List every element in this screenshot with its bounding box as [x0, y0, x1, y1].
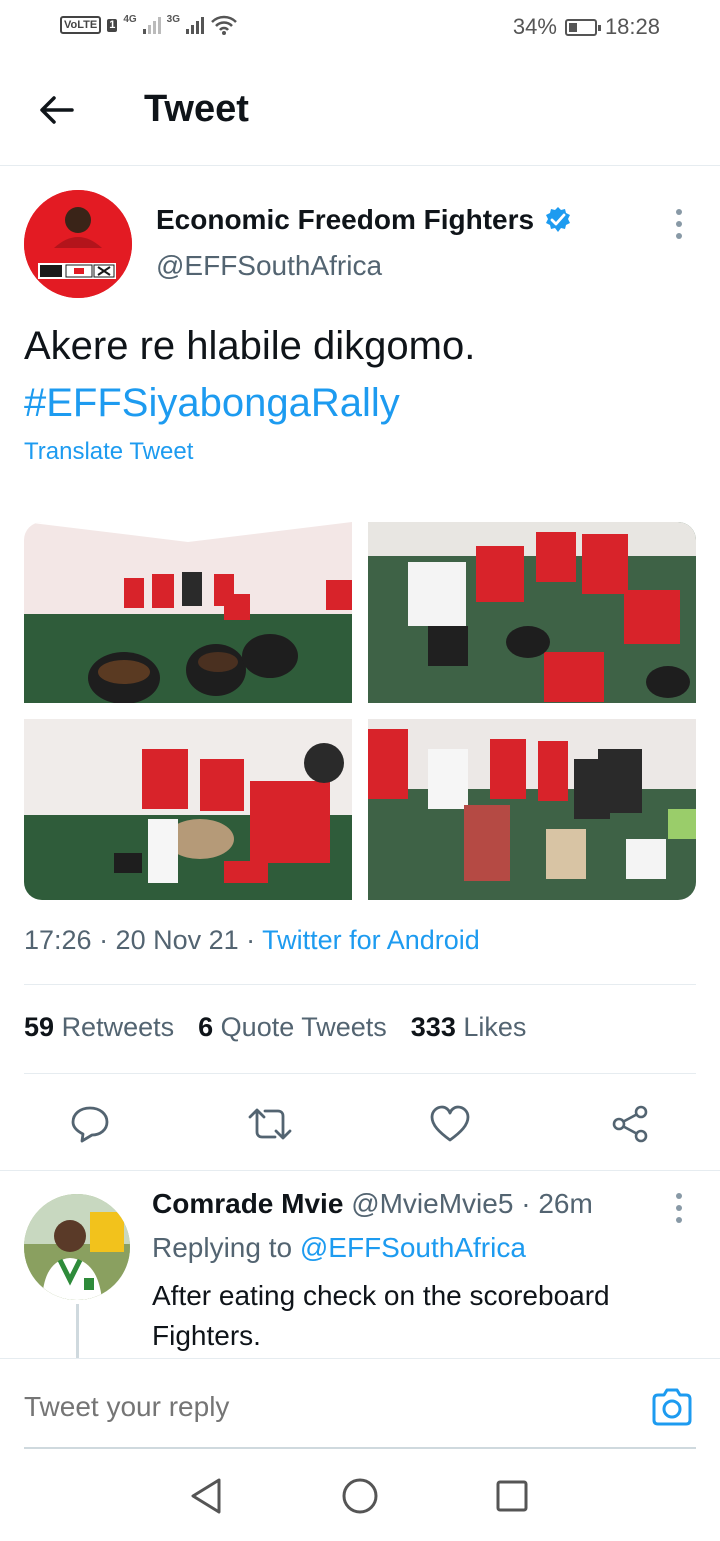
retweet-icon	[248, 1108, 292, 1140]
share-icon	[612, 1105, 648, 1143]
like-icon	[430, 1105, 470, 1142]
more-options-icon[interactable]	[664, 204, 694, 244]
square-recents-icon	[496, 1480, 528, 1512]
tweet-stats: 59 Retweets 6 Quote Tweets 333 Likes	[24, 1012, 526, 1043]
network-type-1: 4G	[123, 13, 137, 25]
reply-more-options-icon[interactable]	[664, 1188, 694, 1228]
signal-icon-2	[186, 16, 205, 34]
back-button[interactable]	[36, 90, 76, 130]
verified-badge-icon	[546, 207, 571, 232]
camera-icon	[652, 1388, 692, 1426]
translate-tweet-link[interactable]: Translate Tweet	[24, 438, 193, 466]
hashtag-link[interactable]: #EFFSiyabongaRally	[24, 375, 704, 432]
reply-header: Comrade Mvie @MvieMvie5 · 26m	[152, 1188, 593, 1220]
retweet-button[interactable]	[242, 1096, 298, 1152]
circle-home-icon	[342, 1478, 378, 1514]
author-avatar[interactable]	[24, 190, 132, 298]
reply-icon	[71, 1106, 109, 1143]
tweet-actions	[0, 1096, 720, 1152]
volte-badge: VoLTE	[60, 16, 102, 34]
reply-author-name[interactable]: Comrade Mvie	[152, 1188, 343, 1219]
tweet-body: Akere re hlabile dikgomo.	[24, 324, 476, 368]
tweet-timestamp: 17:26 · 20 Nov 21 · Twitter for Android	[24, 925, 480, 956]
sim-number: 1	[107, 18, 118, 32]
retweets-label: Retweets	[61, 1012, 175, 1042]
status-left: VoLTE 1 4G 3G	[60, 14, 238, 36]
network-type-2: 3G	[166, 13, 181, 25]
page-title: Tweet	[144, 88, 249, 130]
divider	[0, 1170, 720, 1171]
clock: 18:28	[604, 14, 660, 39]
replying-to-handle[interactable]: @EFFSouthAfrica	[300, 1232, 526, 1263]
reply-compose-bar	[0, 1358, 720, 1449]
reply-avatar[interactable]	[24, 1194, 130, 1300]
quotes-label: Quote Tweets	[220, 1012, 387, 1042]
reply-separator: ·	[521, 1188, 531, 1219]
nav-recents-button[interactable]	[490, 1474, 534, 1518]
divider	[24, 1073, 696, 1074]
divider	[24, 984, 696, 985]
retweets-stat[interactable]: 59 Retweets	[24, 1012, 174, 1043]
tweet-photo-2[interactable]	[368, 522, 696, 703]
camera-button[interactable]	[648, 1385, 696, 1429]
compose-underline	[24, 1447, 696, 1449]
likes-count: 333	[410, 1012, 456, 1042]
likes-label: Likes	[463, 1012, 527, 1042]
arrow-left-icon	[40, 96, 74, 124]
nav-back-button[interactable]	[184, 1474, 228, 1518]
reply-input[interactable]	[24, 1391, 584, 1423]
battery-icon	[564, 18, 601, 36]
likes-stat[interactable]: 333 Likes	[411, 1012, 527, 1043]
author-name[interactable]: Economic Freedom Fighters	[156, 204, 534, 236]
quotes-stat[interactable]: 6 Quote Tweets	[198, 1012, 387, 1043]
nav-home-button[interactable]	[338, 1474, 382, 1518]
tweet-photo-1[interactable]	[24, 522, 352, 703]
reply-avatar-photo	[24, 1194, 130, 1300]
eff-logo-avatar	[24, 190, 132, 298]
replying-prefix: Replying to	[152, 1232, 300, 1263]
thread-line	[76, 1304, 79, 1360]
triangle-back-icon	[191, 1478, 221, 1514]
author-handle[interactable]: @EFFSouthAfrica	[156, 250, 382, 282]
status-bar: VoLTE 1 4G 3G 34% 18:28	[0, 0, 720, 56]
tweet-text: Akere re hlabile dikgomo. #EFFSiyabongaR…	[24, 318, 704, 432]
reply-button[interactable]	[62, 1096, 118, 1152]
tweet-source-link[interactable]: Twitter for Android	[262, 925, 480, 955]
author-name-row[interactable]: Economic Freedom Fighters	[156, 204, 572, 236]
reply-text: After eating check on the scoreboard Fig…	[152, 1280, 610, 1351]
media-grid	[24, 522, 696, 900]
quotes-count: 6	[198, 1012, 214, 1042]
signal-icon-1	[142, 16, 161, 34]
tweet-photo-3[interactable]	[24, 719, 352, 900]
retweets-count: 59	[24, 1012, 55, 1042]
reply-author-handle[interactable]: @MvieMvie5	[351, 1188, 513, 1219]
tweet-photo-4[interactable]	[368, 719, 696, 900]
tweet-time: 17:26 · 20 Nov 21 ·	[24, 925, 263, 955]
system-navigation-bar	[0, 1450, 720, 1541]
share-button[interactable]	[602, 1096, 658, 1152]
app-header: Tweet	[0, 56, 720, 166]
replying-to: Replying to @EFFSouthAfrica	[152, 1232, 526, 1264]
battery-percent: 34%	[512, 14, 557, 39]
wifi-icon	[211, 15, 237, 35]
status-right: 34% 18:28	[513, 14, 660, 40]
reply-age: 26m	[538, 1188, 593, 1219]
like-button[interactable]	[422, 1096, 478, 1152]
